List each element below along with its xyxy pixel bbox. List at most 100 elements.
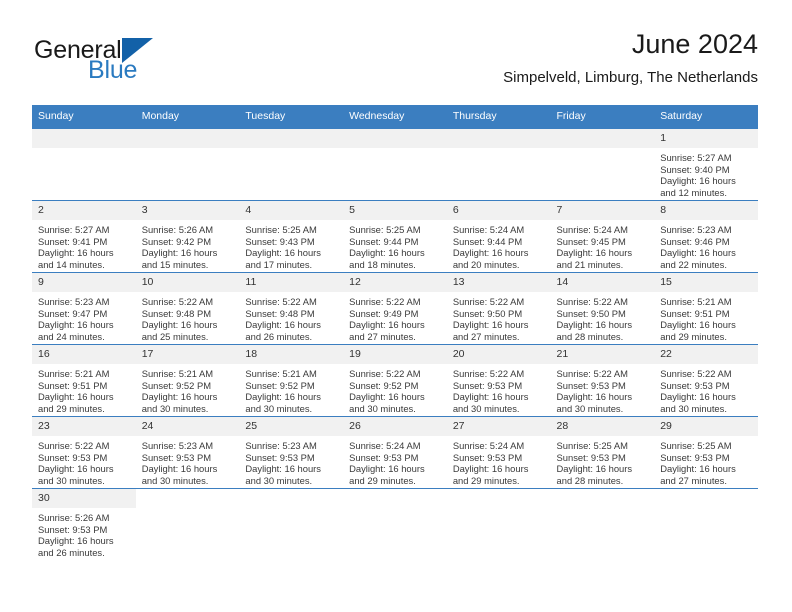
calendar-day-cell[interactable]: 28 Sunrise: 5:25 AM Sunset: 9:53 PM Dayligh… [550, 416, 655, 489]
calendar-day-cell[interactable]: 24 Sunrise: 5:23 AM Sunset: 9:53 PM Dayligh… [135, 416, 240, 489]
day-details: Sunrise: 5:24 AM Sunset: 9:53 PM Daylight:… [343, 436, 447, 486]
sunset-text: Sunset: 9:42 PM [141, 235, 212, 247]
calendar-day-cell[interactable]: 12 Sunrise: 5:22 AM Sunset: 9:49 PM Dayligh… [343, 272, 447, 345]
sunrise-text: Sunrise: 5:23 AM [245, 440, 317, 451]
daylight-text: Daylight: 16 hours and 29 minutes. [349, 463, 425, 486]
daylight-text: Daylight: 16 hours and 12 minutes. [660, 175, 736, 198]
day-number: 10 [135, 273, 240, 292]
day-number: 22 [654, 345, 758, 364]
day-number: 14 [550, 273, 655, 292]
day-number: 2 [32, 201, 136, 220]
day-details: Sunrise: 5:25 AM Sunset: 9:43 PM Daylight:… [239, 220, 343, 270]
daylight-text: Daylight: 16 hours and 30 minutes. [660, 391, 736, 414]
sunset-text: Sunset: 9:45 PM [556, 235, 626, 247]
calendar-day-cell[interactable]: 2 Sunrise: 5:27 AM Sunset: 9:41 PM Daylight… [32, 200, 136, 273]
calendar-day-cell[interactable]: 21 Sunrise: 5:22 AM Sunset: 9:53 PM Dayligh… [550, 344, 655, 417]
day-number: 18 [239, 345, 344, 364]
calendar-day-cell[interactable]: 7 Sunrise: 5:24 AM Sunset: 9:45 PM Daylight… [550, 200, 655, 273]
calendar-day-cell[interactable]: 15 Sunrise: 5:21 AM Sunset: 9:51 PM Dayligh… [654, 272, 758, 345]
calendar-day-cell[interactable]: 6 Sunrise: 5:24 AM Sunset: 9:44 PM Daylight… [446, 200, 551, 273]
calendar-day-cell[interactable]: 3 Sunrise: 5:26 AM Sunset: 9:42 PM Daylight… [135, 200, 240, 273]
day-number: 21 [550, 345, 655, 364]
sunrise-text: Sunrise: 5:25 AM [660, 440, 732, 451]
sunset-text: Sunset: 9:46 PM [660, 235, 730, 247]
day-number [239, 129, 344, 148]
sunrise-text: Sunrise: 5:24 AM [349, 440, 421, 451]
day-number: 7 [550, 201, 655, 220]
day-details: Sunrise: 5:22 AM Sunset: 9:48 PM Daylight:… [239, 292, 343, 342]
general-blue-logo[interactable]: General Blue [32, 36, 262, 92]
calendar-day-cell-empty [239, 128, 344, 201]
calendar-day-cell-empty [135, 488, 240, 560]
day-details: Sunrise: 5:24 AM Sunset: 9:45 PM Daylight:… [551, 220, 655, 270]
day-details: Sunrise: 5:21 AM Sunset: 9:51 PM Daylight:… [654, 292, 758, 342]
day-details: Sunrise: 5:22 AM Sunset: 9:53 PM Daylight:… [32, 436, 136, 486]
sunrise-text: Sunrise: 5:21 AM [38, 368, 110, 379]
weekday-header-friday: Friday [550, 105, 655, 129]
day-number: 30 [32, 489, 136, 508]
daylight-text: Daylight: 16 hours and 27 minutes. [349, 319, 425, 342]
daylight-text: Daylight: 16 hours and 15 minutes. [141, 247, 218, 270]
calendar-header-row: Sunday Monday Tuesday Wednesday Thursday… [32, 105, 758, 129]
day-number: 15 [654, 273, 758, 292]
daylight-text: Daylight: 16 hours and 29 minutes. [452, 463, 529, 486]
calendar-day-cell[interactable]: 27 Sunrise: 5:24 AM Sunset: 9:53 PM Dayligh… [446, 416, 551, 489]
sunset-text: Sunset: 9:53 PM [452, 379, 523, 391]
calendar-day-cell[interactable]: 22 Sunrise: 5:22 AM Sunset: 9:53 PM Dayligh… [654, 344, 758, 417]
day-details: Sunrise: 5:27 AM Sunset: 9:40 PM Daylight:… [654, 148, 758, 198]
calendar-day-cell[interactable]: 11 Sunrise: 5:22 AM Sunset: 9:48 PM Dayligh… [239, 272, 344, 345]
calendar-day-cell[interactable]: 4 Sunrise: 5:25 AM Sunset: 9:43 PM Daylight… [239, 200, 344, 273]
daylight-text: Daylight: 16 hours and 27 minutes. [660, 463, 736, 486]
day-details: Sunrise: 5:23 AM Sunset: 9:53 PM Daylight:… [239, 436, 343, 486]
sunrise-text: Sunrise: 5:26 AM [141, 224, 214, 235]
day-details: Sunrise: 5:26 AM Sunset: 9:42 PM Daylight:… [136, 220, 240, 270]
day-number: 29 [654, 417, 758, 436]
daylight-text: Daylight: 16 hours and 30 minutes. [245, 463, 321, 486]
sunset-text: Sunset: 9:44 PM [349, 235, 419, 247]
day-number: 9 [32, 273, 136, 292]
calendar-day-cell[interactable]: 8 Sunrise: 5:23 AM Sunset: 9:46 PM Daylight… [654, 200, 758, 273]
calendar-day-cell[interactable]: 14 Sunrise: 5:22 AM Sunset: 9:50 PM Dayligh… [550, 272, 655, 345]
weekday-header-monday: Monday [135, 105, 240, 129]
calendar-day-cell[interactable]: 13 Sunrise: 5:22 AM Sunset: 9:50 PM Dayligh… [446, 272, 551, 345]
day-details: Sunrise: 5:21 AM Sunset: 9:52 PM Daylight:… [136, 364, 240, 414]
calendar-day-cell[interactable]: 20 Sunrise: 5:22 AM Sunset: 9:53 PM Dayligh… [446, 344, 551, 417]
calendar-day-cell[interactable]: 17 Sunrise: 5:21 AM Sunset: 9:52 PM Dayligh… [135, 344, 240, 417]
sunrise-text: Sunrise: 5:27 AM [660, 152, 732, 163]
sunset-text: Sunset: 9:50 PM [452, 307, 523, 319]
calendar-day-cell[interactable]: 25 Sunrise: 5:23 AM Sunset: 9:53 PM Dayligh… [239, 416, 344, 489]
calendar-day-cell-empty [446, 128, 551, 201]
day-number [550, 129, 655, 148]
calendar-day-cell[interactable]: 23 Sunrise: 5:22 AM Sunset: 9:53 PM Dayligh… [32, 416, 136, 489]
calendar-day-cell[interactable]: 30 Sunrise: 5:26 AM Sunset: 9:53 PM Dayligh… [32, 488, 136, 560]
sunrise-text: Sunrise: 5:22 AM [660, 368, 732, 379]
day-details: Sunrise: 5:22 AM Sunset: 9:52 PM Daylight:… [343, 364, 447, 414]
daylight-text: Daylight: 16 hours and 25 minutes. [141, 319, 218, 342]
sunset-text: Sunset: 9:53 PM [660, 451, 730, 463]
calendar-week-row: 30 Sunrise: 5:26 AM Sunset: 9:53 PM Dayligh… [32, 488, 758, 560]
daylight-text: Daylight: 16 hours and 21 minutes. [556, 247, 633, 270]
calendar-day-cell[interactable]: 9 Sunrise: 5:23 AM Sunset: 9:47 PM Daylight… [32, 272, 136, 345]
calendar-day-cell[interactable]: 18 Sunrise: 5:21 AM Sunset: 9:52 PM Dayligh… [239, 344, 344, 417]
logo-text-blue: Blue [88, 56, 138, 84]
weekday-header-wednesday: Wednesday [343, 105, 447, 129]
sunset-text: Sunset: 9:43 PM [245, 235, 315, 247]
calendar-page: General Blue June 2024 Simpelveld, Limbu… [0, 0, 792, 612]
daylight-text: Daylight: 16 hours and 30 minutes. [556, 391, 633, 414]
calendar-day-cell[interactable]: 1 Sunrise: 5:27 AM Sunset: 9:40 PM Daylight… [654, 128, 758, 201]
calendar-day-cell[interactable]: 19 Sunrise: 5:22 AM Sunset: 9:52 PM Dayligh… [343, 344, 447, 417]
calendar-day-cell[interactable]: 5 Sunrise: 5:25 AM Sunset: 9:44 PM Daylight… [343, 200, 447, 273]
sunrise-text: Sunrise: 5:22 AM [349, 296, 421, 307]
sunrise-text: Sunrise: 5:25 AM [245, 224, 317, 235]
calendar-day-cell[interactable]: 29 Sunrise: 5:25 AM Sunset: 9:53 PM Dayligh… [654, 416, 758, 489]
sunrise-text: Sunrise: 5:23 AM [141, 440, 214, 451]
day-number: 28 [550, 417, 655, 436]
calendar-day-cell[interactable]: 10 Sunrise: 5:22 AM Sunset: 9:48 PM Dayligh… [135, 272, 240, 345]
day-number: 19 [343, 345, 447, 364]
day-number: 23 [32, 417, 136, 436]
calendar-day-cell-empty [239, 488, 344, 560]
calendar-day-cell[interactable]: 16 Sunrise: 5:21 AM Sunset: 9:51 PM Dayligh… [32, 344, 136, 417]
calendar-day-cell[interactable]: 26 Sunrise: 5:24 AM Sunset: 9:53 PM Dayligh… [343, 416, 447, 489]
calendar-body: 1 Sunrise: 5:27 AM Sunset: 9:40 PM Daylight… [32, 128, 758, 560]
daylight-text: Daylight: 16 hours and 26 minutes. [38, 535, 114, 558]
